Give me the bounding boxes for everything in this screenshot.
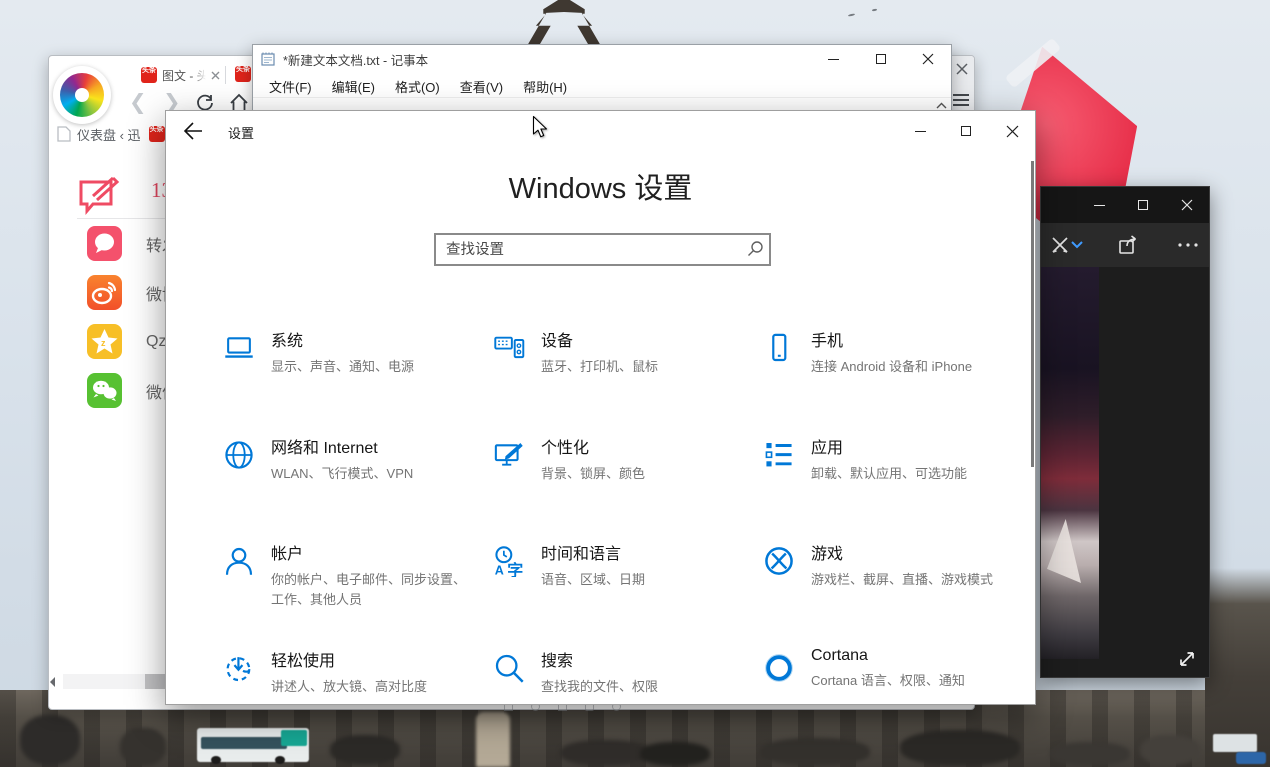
settings-heading: Windows 设置 [166, 165, 1035, 207]
chevron-down-icon[interactable] [1071, 241, 1083, 249]
settings-titlebar[interactable]: 设置 [166, 111, 1035, 151]
cortana-ring-icon [763, 652, 795, 684]
car [1140, 735, 1200, 765]
settings-tile-personalization[interactable]: 个性化 背景、锁屏、颜色 [483, 431, 745, 527]
forward-chat-icon [87, 226, 122, 261]
clock-language-icon: A 字 [493, 545, 525, 577]
menu-help[interactable]: 帮助(H) [513, 73, 577, 97]
maximize-button[interactable] [943, 111, 989, 151]
minimize-button[interactable] [897, 111, 943, 151]
menu-file[interactable]: 文件(F) [259, 73, 322, 97]
bird [872, 9, 877, 12]
personalization-icon [493, 439, 525, 471]
browser-close-icon[interactable] [953, 60, 971, 78]
svg-text:字: 字 [507, 561, 523, 577]
person-icon [223, 545, 255, 577]
edit-create-icon[interactable] [1050, 235, 1070, 255]
tile-subtitle: 显示、声音、通知、电源 [271, 357, 469, 377]
notepad-menubar: 文件(F) 编辑(E) 格式(O) 查看(V) 帮助(H) [259, 73, 577, 97]
back-arrow-icon[interactable] [180, 119, 206, 143]
settings-window-controls [897, 111, 1035, 151]
pedestrians [760, 738, 870, 766]
browser-menu-icon[interactable] [953, 94, 969, 106]
settings-tile-time-language[interactable]: A 字 时间和语言 语音、区域、日期 [483, 537, 745, 633]
settings-search-input[interactable] [434, 233, 771, 266]
minimize-button[interactable] [810, 45, 857, 73]
notepad-window-controls [810, 45, 951, 73]
tile-title: 系统 [271, 327, 469, 351]
desktop: 头条 图文 - 头 头条 ❮ ❯ 仪表盘 ‹ 迅 [0, 0, 1270, 767]
toutiao-favicon[interactable]: 头条 [149, 126, 165, 142]
system-icon [223, 332, 255, 364]
browser-logo-icon[interactable] [53, 66, 111, 124]
maximize-button[interactable] [1121, 187, 1165, 223]
settings-search [434, 233, 771, 266]
car [1050, 742, 1130, 766]
expand-icon[interactable] [1177, 649, 1197, 669]
browser-tab-toutiao[interactable]: 头条 图文 - 头 [141, 64, 227, 86]
svg-text:z: z [101, 338, 106, 348]
xbox-icon [763, 545, 795, 577]
maximize-button[interactable] [857, 45, 904, 73]
close-button[interactable] [904, 45, 951, 73]
settings-tile-phone[interactable]: 手机 连接 Android 设备和 iPhone [753, 324, 1015, 420]
settings-tile-system[interactable]: 系统 显示、声音、通知、电源 [213, 324, 475, 420]
notepad-app-icon [260, 51, 276, 67]
browser-tab-2[interactable]: 头条 [235, 66, 251, 87]
photos-window [1040, 186, 1210, 678]
qzone-star-icon: z [87, 324, 122, 359]
page-icon [57, 126, 71, 142]
share-icon[interactable] [1118, 234, 1142, 256]
tab-close-icon[interactable] [211, 71, 220, 80]
settings-tile-gaming[interactable]: 游戏 游戏栏、截屏、直播、游戏模式 [753, 537, 1015, 633]
settings-tile-accounts[interactable]: 帐户 你的帐户、电子邮件、同步设置、工作、其他人员 [213, 537, 475, 633]
share-compose-icon[interactable] [77, 174, 123, 218]
photo-thumbnail[interactable] [1041, 267, 1099, 659]
bird [848, 13, 855, 16]
settings-tile-ease-of-access[interactable]: 轻松使用 讲述人、放大镜、高对比度 [213, 644, 475, 740]
menu-edit[interactable]: 编辑(E) [322, 73, 385, 97]
photos-titlebar[interactable] [1041, 187, 1209, 223]
devices-icon [493, 332, 525, 364]
close-button[interactable] [989, 111, 1035, 151]
bus-right [1213, 734, 1257, 752]
menu-format[interactable]: 格式(O) [385, 73, 450, 97]
settings-title: 设置 [228, 123, 254, 142]
tab-title: 图文 - 头 [162, 67, 206, 84]
bookmark-dashboard[interactable]: 仪表盘 ‹ 迅 [77, 125, 141, 144]
search-icon [746, 240, 764, 258]
mouse-cursor [532, 115, 552, 139]
weibo-icon [87, 275, 122, 310]
pedestrians [20, 715, 80, 765]
car-right [1236, 752, 1266, 764]
search-tile-icon [493, 652, 525, 684]
settings-window: 设置 Windows 设置 系统 显示、声音、通 [165, 110, 1036, 705]
settings-tile-cortana[interactable]: Cortana Cortana 语言、权限、通知 [753, 644, 1015, 740]
photos-toolbar [1041, 223, 1209, 267]
toutiao-favicon: 头条 [235, 66, 251, 82]
vertical-scrollbar-thumb[interactable] [1031, 161, 1034, 467]
wechat-icon [87, 373, 122, 408]
apps-list-icon [763, 439, 795, 471]
ease-of-access-icon [223, 652, 255, 684]
phone-icon [763, 332, 795, 364]
pedestrians [120, 728, 166, 766]
see-more-icon[interactable] [1177, 242, 1199, 248]
minimize-button[interactable] [1077, 187, 1121, 223]
scroll-left-arrow[interactable] [50, 677, 55, 687]
globe-icon [223, 439, 255, 471]
close-button[interactable] [1165, 187, 1209, 223]
back-icon[interactable]: ❮ [129, 90, 147, 116]
svg-text:A: A [495, 564, 504, 577]
menu-view[interactable]: 查看(V) [450, 73, 513, 97]
eiffel-tower-silhouette [527, 0, 601, 46]
toutiao-favicon: 头条 [141, 67, 157, 83]
car [640, 742, 710, 766]
settings-tile-devices[interactable]: 设备 蓝牙、打印机、鼠标 [483, 324, 745, 420]
settings-tile-network[interactable]: 网络和 Internet WLAN、飞行模式、VPN [213, 431, 475, 527]
notepad-title: *新建文本文档.txt - 记事本 [283, 50, 428, 69]
pedestrians [560, 740, 650, 766]
settings-tile-search[interactable]: 搜索 查找我的文件、权限 [483, 644, 745, 740]
settings-tile-apps[interactable]: 应用 卸载、默认应用、可选功能 [753, 431, 1015, 527]
